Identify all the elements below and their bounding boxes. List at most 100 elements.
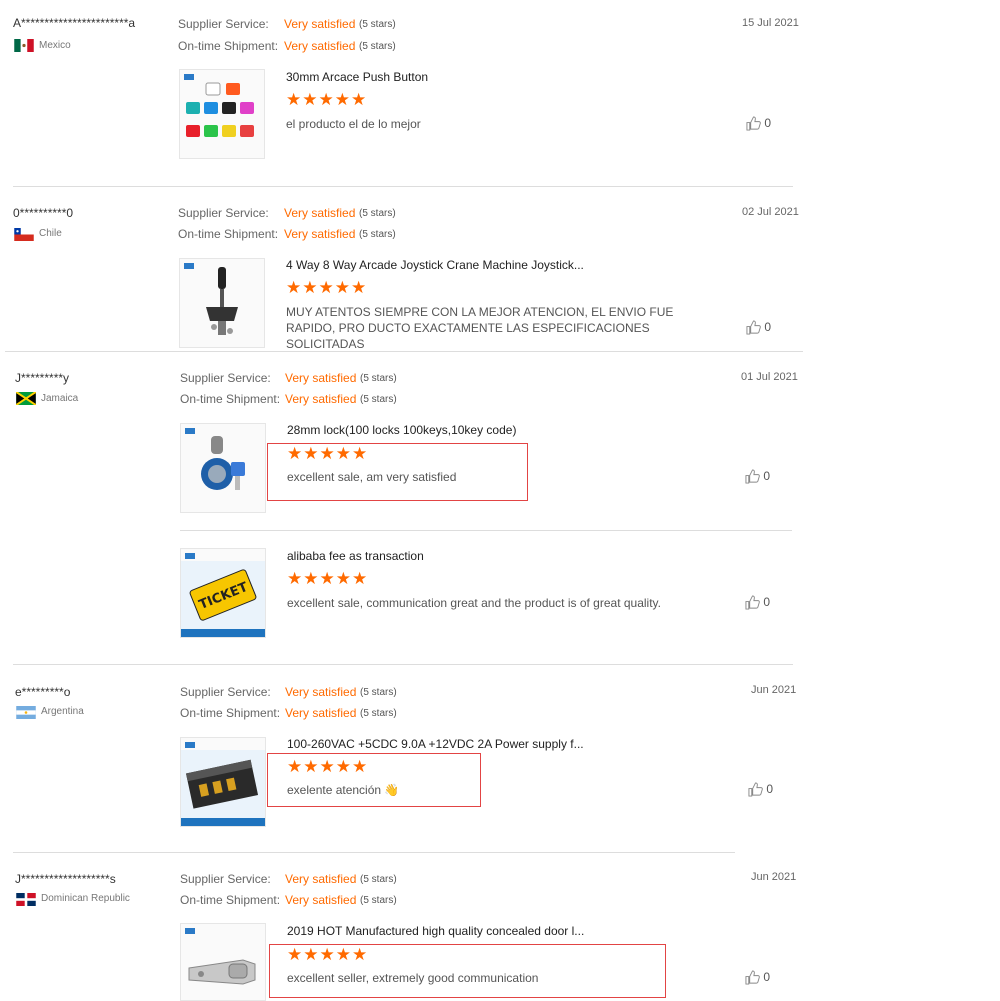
review-comment: exelente atención 👋 [287,783,400,797]
buyer-name: 0**********0 [13,206,74,220]
thumbs-up-icon [746,116,761,131]
supplier-service-stars: (5 stars) [360,373,397,384]
supplier-service-label: Supplier Service: [180,872,271,886]
jamaica-flag-icon [16,392,36,405]
helpful-button[interactable]: 0 [745,595,770,610]
product-title[interactable]: 100-260VAC +5CDC 9.0A +12VDC 2A Power su… [287,737,584,751]
supplier-service-stars: (5 stars) [360,874,397,885]
dominican-republic-flag-icon [16,893,36,906]
buyer-name: e*********o [15,685,71,699]
product-rating-stars: ★★★★★ [287,444,369,463]
supplier-service-rating: Very satisfied [284,206,356,220]
ontime-shipment-label: On-time Shipment: [180,893,281,907]
review-date: 01 Jul 2021 [741,371,798,383]
review-comment: MUY ATENTOS SIEMPRE CON LA MEJOR ATENCIO… [286,305,674,351]
product-thumbnail[interactable] [180,737,266,827]
buyer-country: Dominican Republic [41,893,130,904]
product-title[interactable]: 4 Way 8 Way Arcade Joystick Crane Machin… [286,258,584,272]
buyer-country: Argentina [41,706,84,717]
ontime-shipment-stars: (5 stars) [360,895,397,906]
ontime-shipment-stars: (5 stars) [359,41,396,52]
buyer-country: Jamaica [41,393,79,404]
review-comment: excellent sale, communication great and … [287,596,661,610]
ontime-shipment-stars: (5 stars) [359,229,396,240]
review-date: Jun 2021 [751,684,797,696]
helpful-button[interactable]: 0 [746,320,771,335]
door-lock-image [185,928,256,985]
ontime-shipment-stars: (5 stars) [360,708,397,719]
product-title[interactable]: 28mm lock(100 locks 100keys,10key code) [287,423,516,437]
ontime-shipment-rating: Very satisfied [285,893,357,907]
buyer-name: A***********************a [13,16,136,30]
ontime-shipment-rating: Very satisfied [284,39,356,53]
push-buttons-image [184,74,254,137]
review-divider [13,852,735,853]
supplier-service-label: Supplier Service: [178,17,269,31]
product-thumbnail[interactable]: TICKET [180,548,266,638]
product-thumbnail[interactable] [179,69,265,159]
review-comment: excellent sale, am very satisfied [287,470,457,484]
ontime-shipment-rating: Very satisfied [285,706,357,720]
supplier-service-rating: Very satisfied [285,685,357,699]
review-date: Jun 2021 [751,871,797,883]
review-comment: excellent seller, extremely good communi… [287,971,539,985]
ontime-shipment-label: On-time Shipment: [178,39,279,53]
product-rating-stars: ★★★★★ [286,90,368,109]
chile-flag-icon [14,228,34,241]
product-rating-stars: ★★★★★ [287,757,369,776]
supplier-service-stars: (5 stars) [359,208,396,219]
review-date: 15 Jul 2021 [742,17,799,29]
review-divider [13,186,793,187]
mexico-flag-icon [14,39,34,52]
helpful-button[interactable]: 0 [745,469,770,484]
power-supply-image [181,742,265,826]
ticket-image: TICKET [181,553,265,637]
product-rating-stars: ★★★★★ [287,569,369,588]
helpful-count: 0 [763,970,771,984]
supplier-service-rating: Very satisfied [284,17,356,31]
thumbs-up-icon [746,320,761,335]
thumbs-up-icon [745,469,760,484]
buyer-country: Mexico [39,40,71,51]
thumbs-up-icon [745,595,760,610]
argentina-flag-icon [16,706,36,719]
review-comment: el producto el de lo mejor [286,117,421,131]
product-thumbnail[interactable] [180,423,266,513]
helpful-button[interactable]: 0 [746,116,771,131]
ontime-shipment-rating: Very satisfied [284,227,356,241]
buyer-name: J*******************s [15,872,116,886]
supplier-service-rating: Very satisfied [285,872,357,886]
supplier-service-label: Supplier Service: [180,371,271,385]
helpful-count: 0 [763,595,771,609]
item-divider [180,530,792,531]
helpful-count: 0 [763,469,771,483]
ontime-shipment-label: On-time Shipment: [178,227,279,241]
product-rating-stars: ★★★★★ [286,278,368,297]
buyer-name: J*********y [15,371,70,385]
ontime-shipment-stars: (5 stars) [360,394,397,405]
product-title[interactable]: 2019 HOT Manufactured high quality conce… [287,924,584,938]
ontime-shipment-label: On-time Shipment: [180,392,281,406]
product-thumbnail[interactable] [180,923,266,1001]
ontime-shipment-label: On-time Shipment: [180,706,281,720]
helpful-count: 0 [764,116,772,130]
product-thumbnail[interactable] [179,258,265,348]
thumbs-up-icon [748,782,763,797]
product-title[interactable]: alibaba fee as transaction [287,549,424,563]
supplier-service-label: Supplier Service: [178,206,269,220]
joystick-image [184,263,238,335]
buyer-country: Chile [39,228,62,239]
review-date: 02 Jul 2021 [742,206,799,218]
review-divider [5,351,803,352]
helpful-button[interactable]: 0 [748,782,773,797]
helpful-count: 0 [764,320,772,334]
thumbs-up-icon [745,970,760,985]
supplier-service-stars: (5 stars) [360,687,397,698]
product-rating-stars: ★★★★★ [287,945,369,964]
product-title[interactable]: 30mm Arcace Push Button [286,70,428,84]
ontime-shipment-rating: Very satisfied [285,392,357,406]
helpful-count: 0 [766,782,774,796]
helpful-button[interactable]: 0 [745,970,770,985]
review-divider [13,664,793,665]
supplier-service-rating: Very satisfied [285,371,357,385]
